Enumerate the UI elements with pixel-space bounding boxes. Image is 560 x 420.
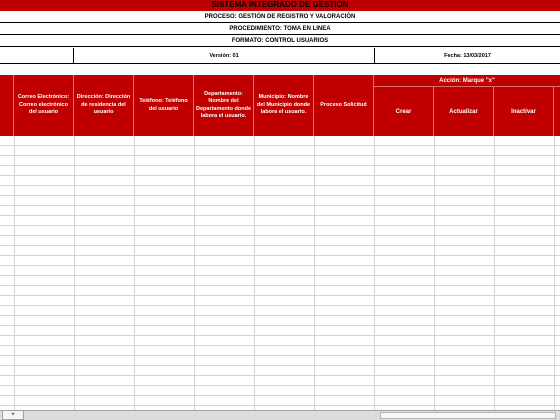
grid-row[interactable] [0, 166, 560, 176]
grid-row[interactable] [0, 396, 560, 406]
grid-row[interactable] [0, 196, 560, 206]
grid-row[interactable] [0, 276, 560, 286]
new-sheet-tab[interactable]: + [2, 411, 24, 420]
grid-row[interactable] [0, 216, 560, 226]
version-cell: Versión: 01 [73, 48, 374, 64]
spreadsheet-grid[interactable] [0, 136, 560, 410]
column-municipio[interactable]: Municipio: Nombre del Municipio donde la… [254, 75, 314, 136]
grid-column-line [14, 136, 15, 410]
grid-row[interactable] [0, 346, 560, 356]
grid-row[interactable] [0, 306, 560, 316]
grid-row[interactable] [0, 366, 560, 376]
column-direccion[interactable]: Dirección: Dirección de residencia del u… [74, 75, 134, 136]
procedimiento-row: PROCEDIMIENTO: TOMA EN LINEA [0, 23, 560, 35]
grid-row[interactable] [0, 136, 560, 146]
grid-column-line [134, 136, 135, 410]
grid-row[interactable] [0, 146, 560, 156]
grid-row[interactable] [0, 156, 560, 166]
grid-row[interactable] [0, 186, 560, 196]
sheet-tab-bar: + [0, 410, 560, 420]
accion-crear[interactable]: Crear [374, 87, 434, 136]
column-correo[interactable]: Correo Electrónico: Correo electrónico d… [14, 75, 74, 136]
blank-cell [0, 48, 73, 64]
grid-row[interactable] [0, 236, 560, 246]
grid-row[interactable] [0, 376, 560, 386]
grid-row[interactable] [0, 296, 560, 306]
version-date-row: Versión: 01 Fecha: 13/03/2017 [0, 48, 560, 64]
grid-row[interactable] [0, 286, 560, 296]
formato-row: FORMATO: CONTROL USUARIOS [0, 35, 560, 47]
grid-column-line [374, 136, 375, 410]
accion-actualizar[interactable]: Actualizar [434, 87, 494, 136]
grid-row[interactable] [0, 206, 560, 216]
grid-column-line [194, 136, 195, 410]
grid-row[interactable] [0, 326, 560, 336]
grid-column-line [554, 136, 555, 410]
accion-extra [554, 87, 560, 136]
grid-column-line [314, 136, 315, 410]
grid-row[interactable] [0, 336, 560, 346]
column-proceso-solicitud[interactable]: Proceso Solicitud [314, 75, 374, 136]
grid-row[interactable] [0, 226, 560, 236]
accion-inactivar[interactable]: Inactivar [494, 87, 554, 136]
column-departamento[interactable]: Departamento: Nombre del Departamento do… [194, 75, 254, 136]
grid-row[interactable] [0, 266, 560, 276]
proceso-row: PROCESO: GESTIÓN DE REGISTRO Y VALORACIÓ… [0, 11, 560, 23]
system-title: SISTEMA INTEGRADO DE GESTIÓN [0, 0, 560, 11]
grid-column-line [74, 136, 75, 410]
grid-row[interactable] [0, 356, 560, 366]
grid-column-line [434, 136, 435, 410]
table-header: Correo Electrónico: Correo electrónico d… [0, 75, 560, 136]
horizontal-scrollbar[interactable] [380, 412, 556, 419]
grid-row[interactable] [0, 386, 560, 396]
date-cell: Fecha: 13/03/2017 [374, 48, 560, 64]
grid-row[interactable] [0, 176, 560, 186]
grid-column-line [254, 136, 255, 410]
grid-row[interactable] [0, 246, 560, 256]
grid-row[interactable] [0, 316, 560, 326]
column-telefono[interactable]: Teléfono: Teléfono del usuario [134, 75, 194, 136]
grid-column-line [494, 136, 495, 410]
grid-row[interactable] [0, 256, 560, 266]
header-cell-left [0, 75, 14, 136]
accion-title: Acción: Marque "x" [374, 75, 560, 87]
